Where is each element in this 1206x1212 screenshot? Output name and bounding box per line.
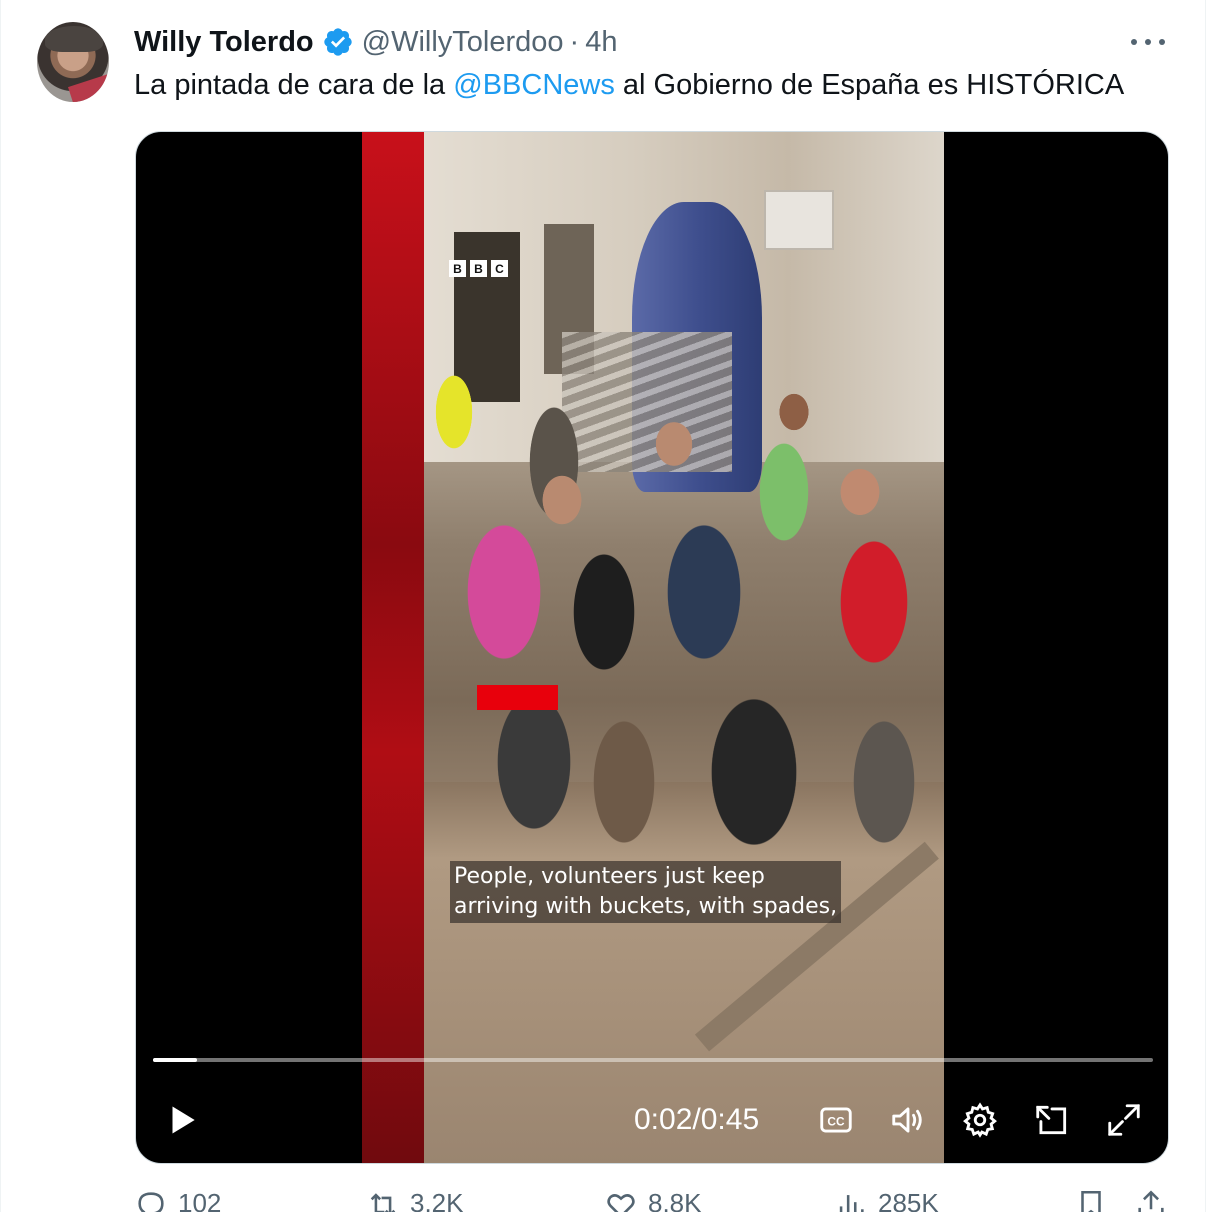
video-controls: 0:02 / 0:45 CC	[136, 1092, 1168, 1152]
picture-in-picture-icon[interactable]	[1032, 1100, 1072, 1140]
tweet-actions: 102 3.2K 8.8K 285K	[134, 1188, 1174, 1212]
fullscreen-icon[interactable]	[1104, 1100, 1144, 1140]
tweet[interactable]: Willy Tolerdo @WillyTolerdoo · 4h La pin…	[0, 0, 1206, 1212]
reply-count: 102	[178, 1188, 222, 1212]
share-button[interactable]	[1134, 1188, 1178, 1212]
views-count: 285K	[878, 1188, 939, 1212]
bbc-logo-letter: B	[449, 260, 466, 277]
svg-text:CC: CC	[827, 1115, 845, 1129]
verified-badge-icon[interactable]	[322, 26, 354, 58]
repost-count: 3.2K	[410, 1188, 464, 1212]
tweet-text-start: La pintada de cara de la	[134, 69, 454, 101]
bbc-logo-letter: C	[491, 260, 508, 277]
duration: 0:45	[700, 1103, 760, 1136]
views-button[interactable]: 285K	[834, 1188, 939, 1212]
video-caption-line: People, volunteers just keep	[454, 864, 765, 889]
avatar-shirt	[68, 74, 109, 102]
separator-dot: ·	[569, 25, 580, 58]
video-caption-line: arriving with buckets, with spades,	[454, 894, 838, 919]
reply-button[interactable]: 102	[134, 1188, 221, 1212]
tweet-text: La pintada de cara de la @BBCNews al Gob…	[134, 66, 1124, 104]
bookmark-icon	[1081, 1190, 1101, 1212]
progress-bar[interactable]	[153, 1058, 1153, 1062]
more-dot	[1131, 39, 1137, 45]
video-frame[interactable]: B B C People, volunteers just keep arriv…	[362, 132, 944, 1163]
bookmark-button[interactable]	[1074, 1188, 1118, 1212]
time-separator: /	[692, 1103, 701, 1136]
volume-icon[interactable]	[888, 1100, 928, 1140]
mention-link[interactable]: @BBCNews	[453, 69, 615, 101]
play-icon[interactable]	[162, 1100, 202, 1140]
more-dot	[1159, 39, 1165, 45]
repost-icon	[370, 1193, 396, 1212]
video-scene-ac-unit	[764, 190, 834, 250]
like-button[interactable]: 8.8K	[604, 1188, 702, 1212]
tweet-header: Willy Tolerdo @WillyTolerdoo · 4h	[134, 24, 617, 60]
bbc-logo: B B C	[449, 260, 508, 277]
bbc-logo-letter: B	[470, 260, 487, 277]
captions-icon[interactable]: CC	[816, 1100, 856, 1140]
views-icon	[839, 1195, 864, 1212]
gear-icon[interactable]	[960, 1100, 1000, 1140]
more-dot	[1145, 39, 1151, 45]
reply-icon	[138, 1192, 164, 1212]
video-caption: People, volunteers just keep arriving wi…	[450, 861, 842, 923]
current-time: 0:02	[634, 1103, 693, 1136]
repost-button[interactable]: 3.2K	[366, 1188, 464, 1212]
timestamp[interactable]: 4h	[585, 26, 617, 59]
avatar[interactable]	[37, 22, 109, 102]
like-count: 8.8K	[648, 1188, 702, 1212]
user-handle[interactable]: @WillyTolerdoo	[362, 26, 564, 59]
red-graphic	[477, 685, 558, 710]
display-name[interactable]: Willy Tolerdo	[134, 26, 314, 59]
share-icon	[1138, 1190, 1164, 1212]
heart-icon	[607, 1194, 635, 1212]
avatar-hair	[45, 26, 103, 52]
timecode: 0:02 / 0:45	[634, 1100, 759, 1140]
video-red-bar	[362, 132, 424, 1163]
progress-fill	[153, 1058, 197, 1062]
more-icon[interactable]	[1131, 36, 1165, 48]
tweet-text-end: al Gobierno de España es HISTÓRICA	[614, 69, 1125, 101]
video-player[interactable]: B B C People, volunteers just keep arriv…	[135, 131, 1169, 1164]
